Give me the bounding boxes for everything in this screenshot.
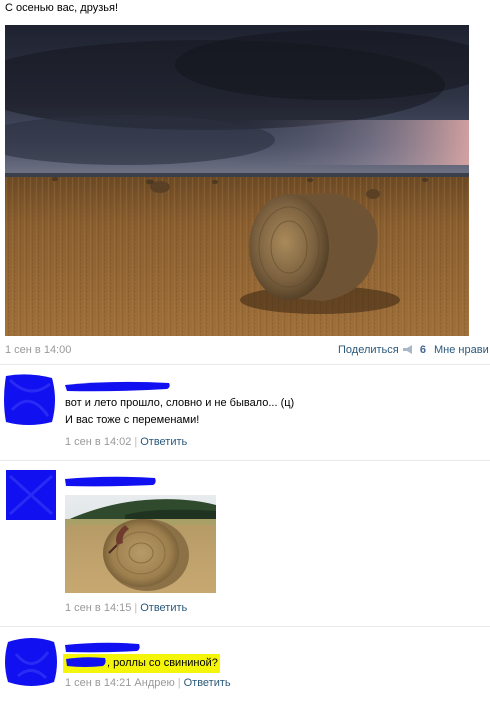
comment-date[interactable]: 1 сен в 14:02: [65, 436, 131, 448]
comment-meta: 1 сен в 14:15 | Ответить: [65, 602, 188, 614]
reply-button[interactable]: Ответить: [184, 677, 231, 689]
redaction-scribble: [5, 638, 57, 686]
comment-text: , роллы со свининой?: [63, 654, 220, 673]
post-text: С осенью вас, друзья!: [5, 2, 118, 14]
divider: [0, 460, 490, 461]
redaction-scribble: [65, 642, 140, 653]
redaction-scribble: [6, 470, 56, 520]
comment-author-redacted[interactable]: [63, 379, 173, 396]
post-date[interactable]: 1 сен в 14:00: [5, 344, 71, 356]
highlighted-text: , роллы со свининой?: [63, 654, 220, 673]
redaction-scribble: [4, 374, 55, 425]
comment-avatar-redacted[interactable]: [2, 466, 60, 524]
redaction-scribble: [65, 476, 156, 487]
comment-date[interactable]: 1 сен в 14:15: [65, 602, 131, 614]
redaction-scribble: [66, 657, 106, 667]
share-count: 6: [419, 344, 426, 356]
comment-meta: 1 сен в 14:02 | Ответить: [65, 436, 188, 448]
reply-button[interactable]: Ответить: [140, 602, 187, 614]
hay-bale-field-image: [5, 25, 469, 336]
redaction-scribble: [65, 381, 170, 392]
divider: [0, 626, 490, 627]
comment-avatar-redacted[interactable]: [0, 370, 60, 430]
comment-line: , роллы со свининой?: [107, 657, 218, 669]
hay-bale-closeup-image: [65, 495, 216, 593]
like-button[interactable]: Мне нрави: [434, 344, 489, 356]
comment-photo[interactable]: [65, 495, 216, 593]
comment-meta: 1 сен в 14:21 Андрею | Ответить: [65, 677, 231, 689]
comment-author-redacted[interactable]: [63, 474, 158, 491]
megaphone-icon: [402, 344, 414, 358]
comment-avatar-redacted[interactable]: [2, 634, 60, 690]
comment-date[interactable]: 1 сен в 14:21: [65, 677, 131, 689]
comment-text: вот и лето прошло, словно и не бывало...…: [65, 395, 294, 429]
comment-line: вот и лето прошло, словно и не бывало...…: [65, 397, 295, 409]
post-photo[interactable]: [5, 25, 469, 336]
comment-line: И вас тоже с переменами!: [65, 414, 200, 426]
reply-button[interactable]: Ответить: [140, 436, 187, 448]
share-button[interactable]: Поделиться 6: [338, 344, 426, 358]
reply-to[interactable]: Андрею: [134, 677, 174, 689]
share-label: Поделиться: [338, 344, 399, 356]
divider: [0, 364, 490, 365]
